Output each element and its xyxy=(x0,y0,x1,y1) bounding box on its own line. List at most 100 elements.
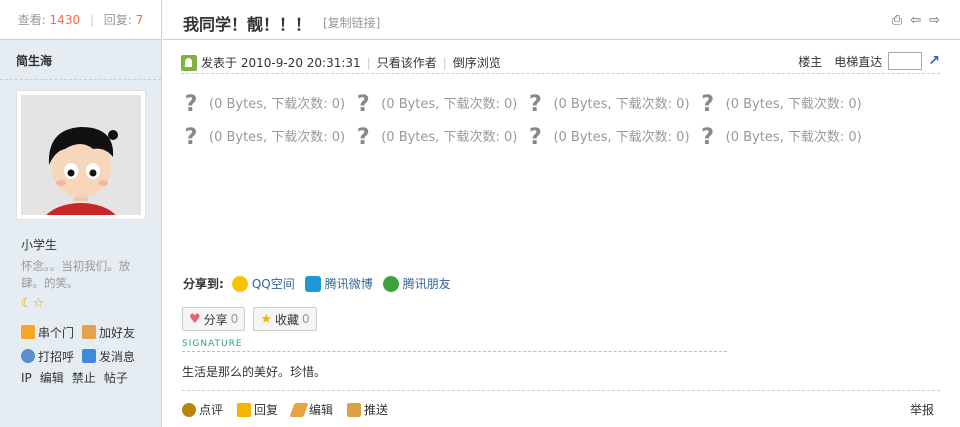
user-bio: 怀念。。当初我们。放肆。的笑。 xyxy=(21,259,131,290)
ban-link[interactable]: 禁止 xyxy=(72,371,96,385)
views-label: 查看: xyxy=(17,13,46,27)
reply-icon xyxy=(237,402,252,417)
bottom-divider xyxy=(182,390,940,391)
edit-user-link[interactable]: 编辑 xyxy=(40,371,64,385)
weibo-icon xyxy=(304,275,321,292)
report-link[interactable]: 举报 xyxy=(910,401,934,418)
medals: ☾☆ xyxy=(21,296,44,311)
unknown-file-icon: ? xyxy=(356,92,370,117)
post-buttons: ♥ 分享 0 ★ 收藏 0 xyxy=(182,307,317,331)
unknown-file-icon: ? xyxy=(529,92,542,117)
pengyou-label: 腾讯朋友 xyxy=(402,277,451,291)
admin-links: IP 编辑 禁止 帖子 xyxy=(21,369,136,386)
reply-button[interactable]: 回复 xyxy=(237,401,278,418)
replies-label: 回复: xyxy=(103,13,132,27)
views-count: 1430 xyxy=(49,13,81,27)
author-sidebar: 查看: 1430 | 回复: 7 简生海 小学生 怀念。。当初我们。放肆。的笑。… xyxy=(0,0,162,427)
share-label: 分享到: xyxy=(183,277,224,291)
push-icon xyxy=(347,402,362,417)
attachment-item[interactable]: ? (0 Bytes, 下载次数: 0) xyxy=(698,121,862,154)
print-icon[interactable]: ⎙ xyxy=(892,13,902,28)
push-label: 推送 xyxy=(364,403,389,417)
only-author-link[interactable]: 只看该作者 xyxy=(377,54,437,71)
avatar[interactable] xyxy=(16,90,146,220)
attachment-item[interactable]: ? (0 Bytes, 下载次数: 0) xyxy=(353,121,517,154)
share-qzone[interactable]: QQ空间 xyxy=(231,275,295,292)
attachment-item[interactable]: ? (0 Bytes, 下载次数: 0) xyxy=(525,88,689,121)
posted-time: 2010-9-20 20:31:31 xyxy=(240,55,361,70)
homepage-link[interactable]: 串个门 xyxy=(21,324,74,341)
add-friend-link[interactable]: 加好友 xyxy=(82,324,135,341)
online-status-icon xyxy=(181,54,197,71)
rank-title[interactable]: 小学生 xyxy=(21,236,57,253)
share-button-label: 分享 xyxy=(203,312,228,327)
clover-icon xyxy=(382,275,399,292)
message-label: 发消息 xyxy=(99,349,136,364)
header-divider: | xyxy=(366,55,371,70)
thread-title-bar: 我同学！靓！！！ [复制链接] ⎙ ⇦ ⇨ xyxy=(163,0,960,40)
favorite-count: 0 xyxy=(301,312,310,326)
reverse-order-link[interactable]: 倒序浏览 xyxy=(453,54,501,71)
posts-link[interactable]: 帖子 xyxy=(104,371,128,385)
comment-label: 点评 xyxy=(199,403,224,417)
post-header: 发表于 2010-9-20 20:31:31 | 只看该作者 | 倒序浏览 楼主… xyxy=(181,50,940,74)
star-icon: ★ xyxy=(260,311,272,327)
poke-link[interactable]: 打招呼 xyxy=(21,348,74,365)
floor-label: 楼主 xyxy=(798,54,823,69)
copy-link-button[interactable]: [复制链接] xyxy=(323,14,380,31)
next-thread-icon[interactable]: ⇨ xyxy=(929,13,940,28)
attachment-info: (0 Bytes, 下载次数: 0) xyxy=(381,97,518,112)
attachment-info: (0 Bytes, 下载次数: 0) xyxy=(209,97,346,112)
unknown-file-icon: ? xyxy=(701,125,715,150)
attachment-item[interactable]: ? (0 Bytes, 下载次数: 0) xyxy=(525,121,689,154)
signature-label: SIGNATURE xyxy=(182,339,727,352)
unknown-file-icon: ? xyxy=(184,92,198,117)
attachment-info: (0 Bytes, 下载次数: 0) xyxy=(725,97,862,112)
avatar-image xyxy=(21,95,141,215)
reply-label: 回复 xyxy=(254,403,279,417)
signature-text: 生活是那么的美好。珍惜。 xyxy=(182,365,327,379)
attachment-info: (0 Bytes, 下载次数: 0) xyxy=(381,130,518,145)
add-friend-label: 加好友 xyxy=(99,325,136,340)
share-weibo[interactable]: 腾讯微博 xyxy=(304,275,373,292)
edit-button[interactable]: 编辑 xyxy=(289,401,333,418)
unknown-file-icon: ? xyxy=(184,125,198,150)
share-pengyou[interactable]: 腾讯朋友 xyxy=(382,275,451,292)
share-button[interactable]: ♥ 分享 0 xyxy=(182,307,246,331)
attachment-item[interactable]: ? (0 Bytes, 下载次数: 0) xyxy=(181,88,345,121)
weibo-label: 腾讯微博 xyxy=(324,277,373,291)
goto-arrow-icon[interactable]: ↗ xyxy=(928,53,940,69)
attachment-item[interactable]: ? (0 Bytes, 下载次数: 0) xyxy=(353,88,517,121)
qzone-label: QQ空间 xyxy=(251,277,295,291)
thread-stats: 查看: 1430 | 回复: 7 xyxy=(0,0,161,40)
author-name[interactable]: 简生海 xyxy=(0,40,161,80)
favorite-button[interactable]: ★ 收藏 0 xyxy=(253,307,317,331)
header-divider-2: | xyxy=(442,55,447,70)
unknown-file-icon: ? xyxy=(701,92,715,117)
moon-icon: ☾ xyxy=(21,296,33,311)
post-main: 我同学！靓！！！ [复制链接] ⎙ ⇦ ⇨ 发表于 2010-9-20 20:3… xyxy=(163,0,960,427)
attachment-list: ? (0 Bytes, 下载次数: 0) ? (0 Bytes, 下载次数: 0) … xyxy=(181,88,921,154)
unknown-file-icon: ? xyxy=(529,125,542,150)
comment-button[interactable]: 点评 xyxy=(182,401,223,418)
star-icon: ☆ xyxy=(32,296,45,311)
message-link[interactable]: 发消息 xyxy=(82,348,135,365)
push-button[interactable]: 推送 xyxy=(347,401,388,418)
poke-label: 打招呼 xyxy=(38,349,75,364)
replies-count: 7 xyxy=(135,13,144,27)
homepage-label: 串个门 xyxy=(38,325,75,340)
thread-title: 我同学！靓！！！ xyxy=(183,15,312,34)
favorite-button-label: 收藏 xyxy=(274,312,299,327)
goto-floor-input[interactable] xyxy=(888,52,923,70)
thread-tools: ⎙ ⇦ ⇨ xyxy=(892,13,940,28)
attachment-item[interactable]: ? (0 Bytes, 下载次数: 0) xyxy=(181,121,345,154)
goto-floor-label: 电梯直达 xyxy=(834,54,883,69)
unknown-file-icon: ? xyxy=(356,125,370,150)
attachment-info: (0 Bytes, 下载次数: 0) xyxy=(725,130,862,145)
attachment-info: (0 Bytes, 下载次数: 0) xyxy=(209,130,346,145)
attachment-item[interactable]: ? (0 Bytes, 下载次数: 0) xyxy=(698,88,862,121)
ip-link[interactable]: IP xyxy=(21,371,32,385)
stats-separator: | xyxy=(89,13,94,27)
qzone-icon xyxy=(231,275,248,292)
previous-thread-icon[interactable]: ⇦ xyxy=(910,13,921,28)
